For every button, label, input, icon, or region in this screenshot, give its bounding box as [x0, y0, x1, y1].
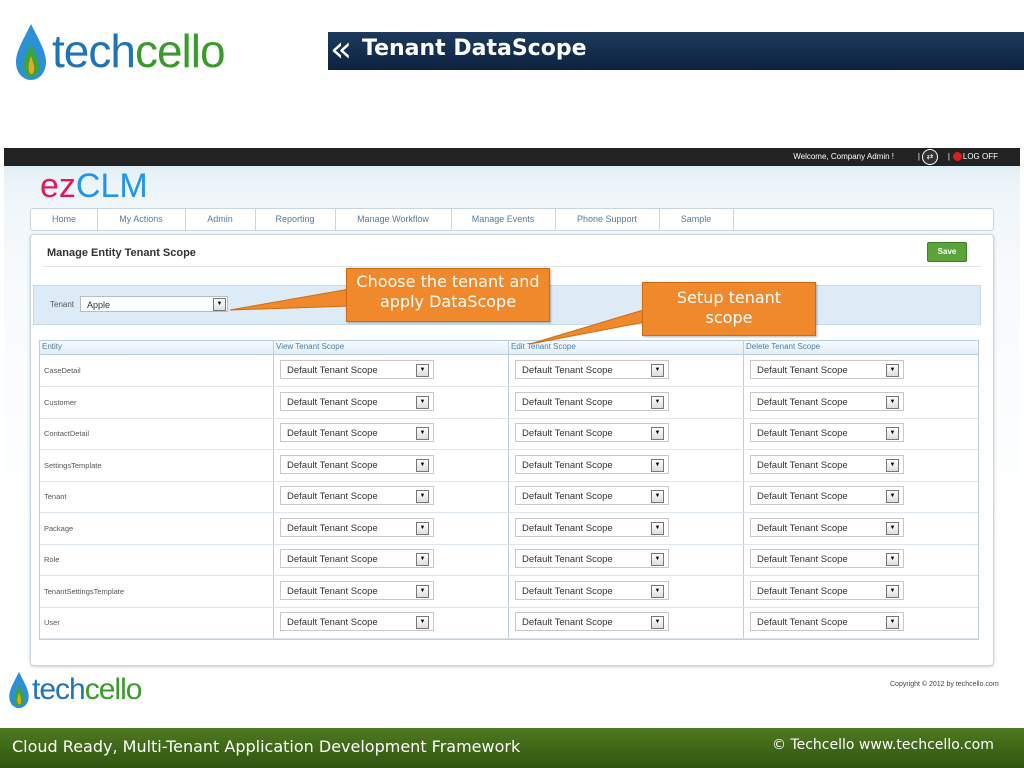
copyright-text: Copyright © 2012 by techcello.com	[890, 681, 999, 688]
drop-icon	[9, 671, 29, 709]
callout-pointer-tenant	[229, 288, 351, 311]
slide-footer: Cloud Ready, Multi-Tenant Application De…	[0, 728, 1024, 768]
footer-tagline: Cloud Ready, Multi-Tenant Application De…	[12, 737, 521, 756]
callout-scope: Setup tenant scope	[642, 282, 816, 336]
footer-copyright: © Techcello www.techcello.com	[772, 737, 994, 753]
callout-pointers	[229, 288, 668, 345]
callout-tenant: Choose the tenant and apply DataScope	[346, 268, 550, 322]
techcello-logo-small: techcello	[8, 670, 168, 714]
